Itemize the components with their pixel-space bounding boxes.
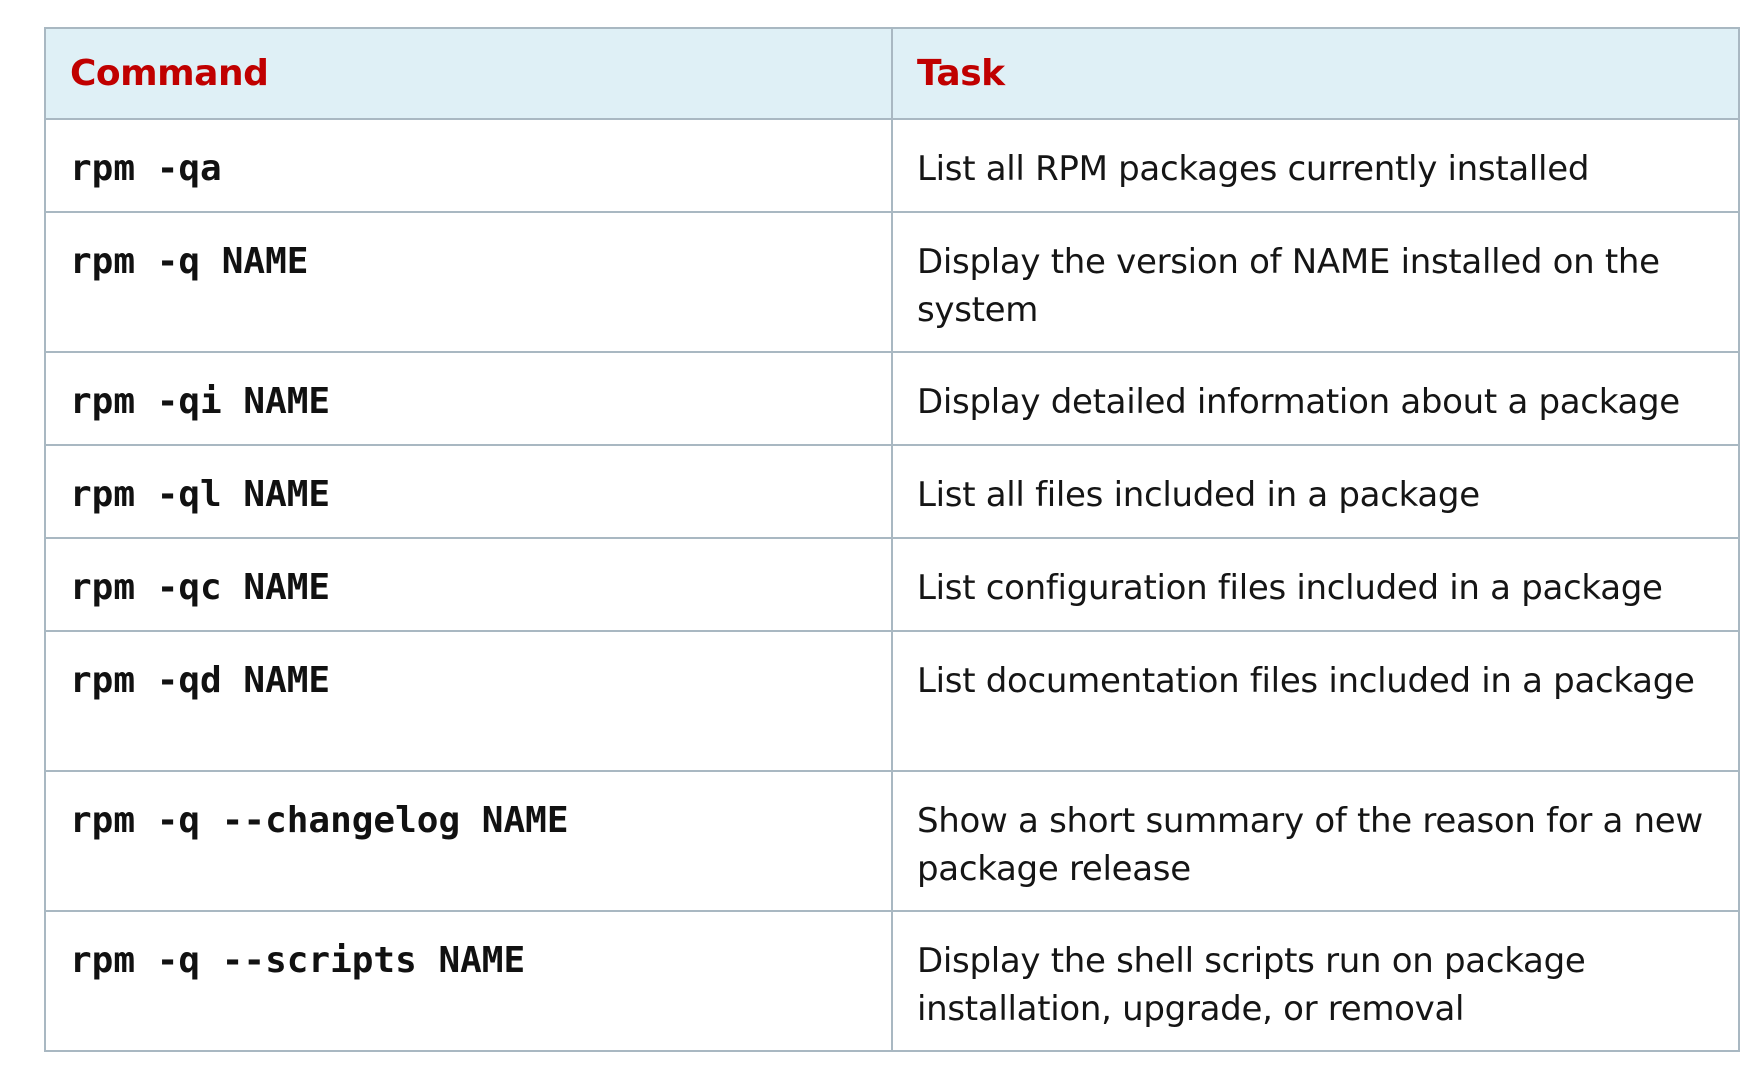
table-row: rpm -q NAME Display the version of NAME …: [44, 211, 1740, 353]
task-cell: Display detailed information about a pac…: [891, 351, 1740, 446]
command-cell: rpm -q --scripts NAME: [44, 910, 893, 1052]
task-cell: Show a short summary of the reason for a…: [891, 770, 1740, 912]
command-cell: rpm -ql NAME: [44, 444, 893, 539]
rpm-command-table-container: Command Task rpm -qa List all RPM packag…: [44, 27, 1740, 1052]
task-cell: List configuration files included in a p…: [891, 537, 1740, 632]
command-cell: rpm -q --changelog NAME: [44, 770, 893, 912]
task-cell: Display the version of NAME installed on…: [891, 211, 1740, 353]
table-row: rpm -qi NAME Display detailed informatio…: [44, 351, 1740, 446]
command-cell: rpm -q NAME: [44, 211, 893, 353]
task-cell: List all RPM packages currently installe…: [891, 118, 1740, 213]
header-task: Task: [891, 27, 1740, 120]
table-row: rpm -qd NAME List documentation files in…: [44, 630, 1740, 772]
command-cell: rpm -qc NAME: [44, 537, 893, 632]
table-row: rpm -qc NAME List configuration files in…: [44, 537, 1740, 632]
command-cell: rpm -qd NAME: [44, 630, 893, 772]
table-row: rpm -q --changelog NAME Show a short sum…: [44, 770, 1740, 912]
task-cell: List documentation files included in a p…: [891, 630, 1740, 772]
header-command: Command: [44, 27, 893, 120]
table-row: rpm -qa List all RPM packages currently …: [44, 118, 1740, 213]
command-cell: rpm -qa: [44, 118, 893, 213]
task-cell: List all files included in a package: [891, 444, 1740, 539]
command-cell: rpm -qi NAME: [44, 351, 893, 446]
table-row: rpm -ql NAME List all files included in …: [44, 444, 1740, 539]
rpm-command-table: Command Task rpm -qa List all RPM packag…: [44, 27, 1740, 1052]
task-cell: Display the shell scripts run on package…: [891, 910, 1740, 1052]
table-header-row: Command Task: [44, 27, 1740, 120]
table-row: rpm -q --scripts NAME Display the shell …: [44, 910, 1740, 1052]
